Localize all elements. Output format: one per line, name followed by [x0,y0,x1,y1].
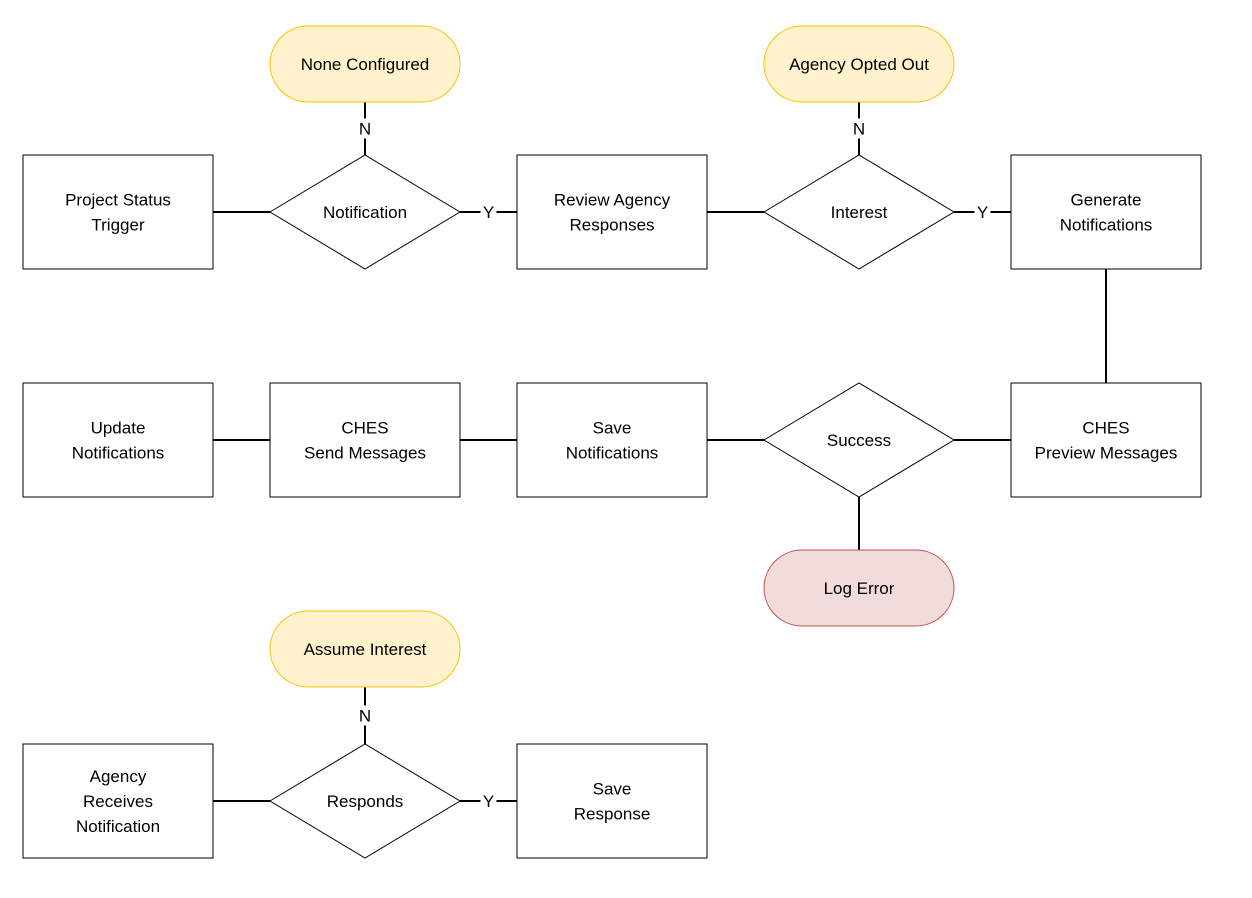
node-label: Success [827,431,891,450]
node-agency-receives-notification[interactable]: Agency Receives Notification [22,743,214,859]
node-label: Save [593,780,632,799]
node-label: Generate [1071,191,1142,210]
process-box [22,382,214,498]
node-label: Agency [90,767,147,786]
node-interest[interactable]: Interest [763,154,955,270]
node-label: Review Agency [554,191,671,210]
connector-responds-to-save_response: Y [460,791,517,811]
connector-responds-to-assume_interest: N [357,687,373,744]
node-label: Save [593,419,632,438]
node-label: Update [91,419,146,438]
process-box [1010,382,1202,498]
node-generate-notifications[interactable]: Generate Notifications [1010,154,1202,270]
node-label: Preview Messages [1035,444,1178,463]
node-label: None Configured [301,55,430,74]
node-label: Notification [76,817,160,836]
connector-label: Y [977,203,988,222]
connector-label: Y [483,203,494,222]
node-label: CHES [1082,419,1129,438]
node-label: Notifications [1060,216,1153,235]
node-assume-interest[interactable]: Assume Interest [269,610,461,688]
connector-label: N [359,120,371,139]
node-label: Notification [323,203,407,222]
node-label: Responses [569,216,654,235]
node-agency-opted-out[interactable]: Agency Opted Out [763,25,955,103]
process-box [22,154,214,270]
connector-label: N [359,707,371,726]
node-ches-preview-messages[interactable]: CHES Preview Messages [1010,382,1202,498]
node-label: Notifications [72,444,165,463]
process-box [516,382,708,498]
node-label: Interest [831,203,888,222]
process-box [269,382,461,498]
node-label: Log Error [824,579,895,598]
node-label: Receives [83,792,153,811]
node-label: Response [574,805,651,824]
flowchart: N Y N Y N Y Project Status Trigger Notification… [22,25,1202,859]
connector-notification-to-none_configured: N [357,102,373,155]
node-label: Notifications [566,444,659,463]
node-label: Send Messages [304,444,426,463]
connector-notification-to-review_agency_responses: Y [460,202,517,222]
node-project-status-trigger[interactable]: Project Status Trigger [22,154,214,270]
node-ches-send-messages[interactable]: CHES Send Messages [269,382,461,498]
node-update-notifications[interactable]: Update Notifications [22,382,214,498]
node-save-notifications[interactable]: Save Notifications [516,382,708,498]
process-box [516,154,708,270]
node-label: CHES [341,419,388,438]
node-label: Trigger [91,216,145,235]
process-box [516,743,708,859]
connector-label: N [853,120,865,139]
connector-interest-to-agency_opted_out: N [851,102,867,155]
node-notification[interactable]: Notification [269,154,461,270]
node-label: Assume Interest [304,640,427,659]
node-log-error[interactable]: Log Error [763,549,955,627]
node-responds[interactable]: Responds [269,743,461,859]
node-label: Agency Opted Out [789,55,929,74]
connector-interest-to-generate_notifications: Y [954,202,1011,222]
node-label: Project Status [65,191,171,210]
node-save-response[interactable]: Save Response [516,743,708,859]
node-review-agency-responses[interactable]: Review Agency Responses [516,154,708,270]
node-success[interactable]: Success [763,382,955,498]
node-none-configured[interactable]: None Configured [269,25,461,103]
node-label: Responds [327,792,404,811]
connector-label: Y [483,792,494,811]
process-box [1010,154,1202,270]
